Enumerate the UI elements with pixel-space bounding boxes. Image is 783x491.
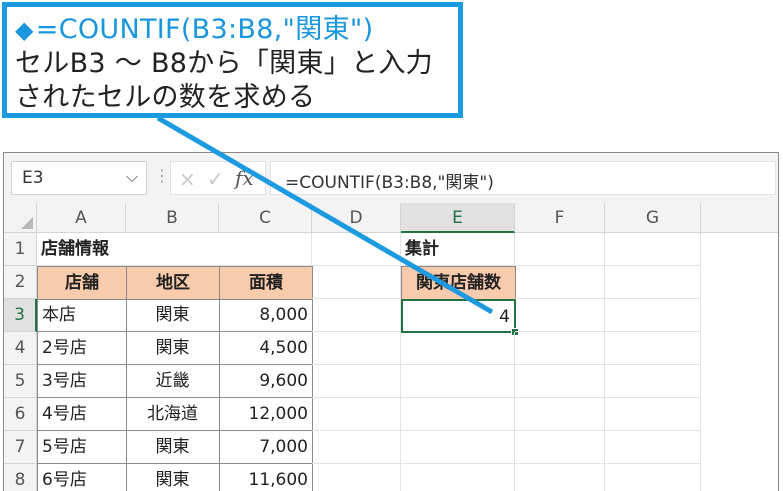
column-header-g[interactable]: G [605,203,701,233]
cell-f6[interactable] [515,398,605,431]
cell-d7[interactable] [312,431,401,464]
cell-e6[interactable] [401,398,515,431]
cell-a7[interactable]: 5号店 [37,431,127,464]
row-header-3[interactable]: 3 [4,299,37,332]
cell-e5[interactable] [401,365,515,398]
row-header-2[interactable]: 2 [4,266,37,299]
cell-g6[interactable] [605,398,701,431]
cell-f3[interactable] [515,299,605,332]
select-all-triangle-icon [21,217,33,229]
cell-a6[interactable]: 4号店 [37,398,127,431]
column-header-e[interactable]: E [401,203,515,233]
row-header-1[interactable]: 1 [4,233,37,266]
more-options-icon[interactable]: ⋮ [154,166,170,185]
row-header-4[interactable]: 4 [4,332,37,365]
select-all-corner[interactable] [4,203,37,233]
cell-b8[interactable]: 関東 [126,464,220,491]
callout-description-1: セルB3 ～ B8から「関東」と入力 [15,48,433,79]
insert-function-icon[interactable]: fx [235,166,254,190]
callout-formula-line: ◆=COUNTIF(B3:B8,"関東") [15,13,458,47]
column-header-d[interactable]: D [312,203,401,233]
callout-description-2: されたセルの数を求める [15,82,316,113]
cell-f7[interactable] [515,431,605,464]
check-icon[interactable]: ✓ [207,167,224,191]
cell-g4[interactable] [605,332,701,365]
cancel-icon[interactable]: × [179,167,196,191]
cell-b4[interactable]: 関東 [126,332,220,365]
cell-a2[interactable]: 店舗 [37,266,127,300]
name-box-value: E3 [22,168,44,188]
formula-buttons: × ✓ fx [170,161,266,195]
cell-c5[interactable]: 9,600 [219,365,313,398]
cell-e7[interactable] [401,431,515,464]
formula-text: =COUNTIF(B3:B8,"関東") [285,173,494,193]
cell-b2[interactable]: 地区 [126,266,220,300]
cell-a4[interactable]: 2号店 [37,332,127,365]
column-header-empty [701,203,778,233]
column-header-a[interactable]: A [37,203,126,233]
name-box[interactable]: E3 ⌵ [11,161,147,195]
cell-c4[interactable]: 4,500 [219,332,313,365]
cell-a5[interactable]: 3号店 [37,365,127,398]
cell-c8[interactable]: 11,600 [219,464,313,491]
cell-g1[interactable] [605,233,701,266]
cell-c1[interactable] [219,233,312,266]
cell-f5[interactable] [515,365,605,398]
diamond-icon: ◆ [15,16,34,44]
column-header-f[interactable]: F [515,203,605,233]
cell-b7[interactable]: 関東 [126,431,220,464]
cell-d2[interactable] [312,266,401,299]
cell-b5[interactable]: 近畿 [126,365,220,398]
cell-c7[interactable]: 7,000 [219,431,313,464]
row-header-6[interactable]: 6 [4,398,37,431]
cell-d6[interactable] [312,398,401,431]
cell-f1[interactable] [515,233,605,266]
formula-input[interactable]: =COUNTIF(B3:B8,"関東") [270,161,776,195]
cell-d1[interactable] [312,233,401,266]
cell-c2[interactable]: 面積 [219,266,313,300]
callout-formula: =COUNTIF(B3:B8,"関東") [35,14,374,45]
cell-f2[interactable] [515,266,605,299]
cell-b6[interactable]: 北海道 [126,398,220,431]
cell-e3[interactable]: 4 [401,299,516,333]
cell-b3[interactable]: 関東 [126,299,220,332]
cell-a1[interactable]: 店舗情報 [37,233,219,266]
callout-box: ◆=COUNTIF(B3:B8,"関東") セルB3 ～ B8から「関東」と入力… [2,2,463,118]
row-header-5[interactable]: 5 [4,365,37,398]
spreadsheet-window: E3 ⌵ ⋮ × ✓ fx =COUNTIF(B3:B8,"関東") A B C… [3,152,779,491]
formula-bar: E3 ⌵ ⋮ × ✓ fx =COUNTIF(B3:B8,"関東") [4,153,778,204]
row-header-8[interactable]: 8 [4,464,37,491]
column-header-c[interactable]: C [219,203,312,233]
cell-e1[interactable]: 集計 [401,233,515,266]
cell-d5[interactable] [312,365,401,398]
cell-g2[interactable] [605,266,701,299]
cell-e4[interactable] [401,332,515,365]
cell-c3[interactable]: 8,000 [219,299,313,332]
chevron-down-icon[interactable]: ⌵ [126,167,138,187]
cell-d4[interactable] [312,332,401,365]
cell-e8[interactable] [401,464,515,491]
cell-f4[interactable] [515,332,605,365]
cell-g5[interactable] [605,365,701,398]
cell-g3[interactable] [605,299,701,332]
cell-a3[interactable]: 本店 [37,299,127,332]
column-header-b[interactable]: B [126,203,219,233]
cell-d8[interactable] [312,464,401,491]
cell-a8[interactable]: 6号店 [37,464,127,491]
row-header-7[interactable]: 7 [4,431,37,464]
cell-e2[interactable]: 関東店舗数 [401,266,516,300]
cell-f8[interactable] [515,464,605,491]
cell-d3[interactable] [312,299,401,332]
cell-g7[interactable] [605,431,701,464]
cell-g8[interactable] [605,464,701,491]
cell-c6[interactable]: 12,000 [219,398,313,431]
